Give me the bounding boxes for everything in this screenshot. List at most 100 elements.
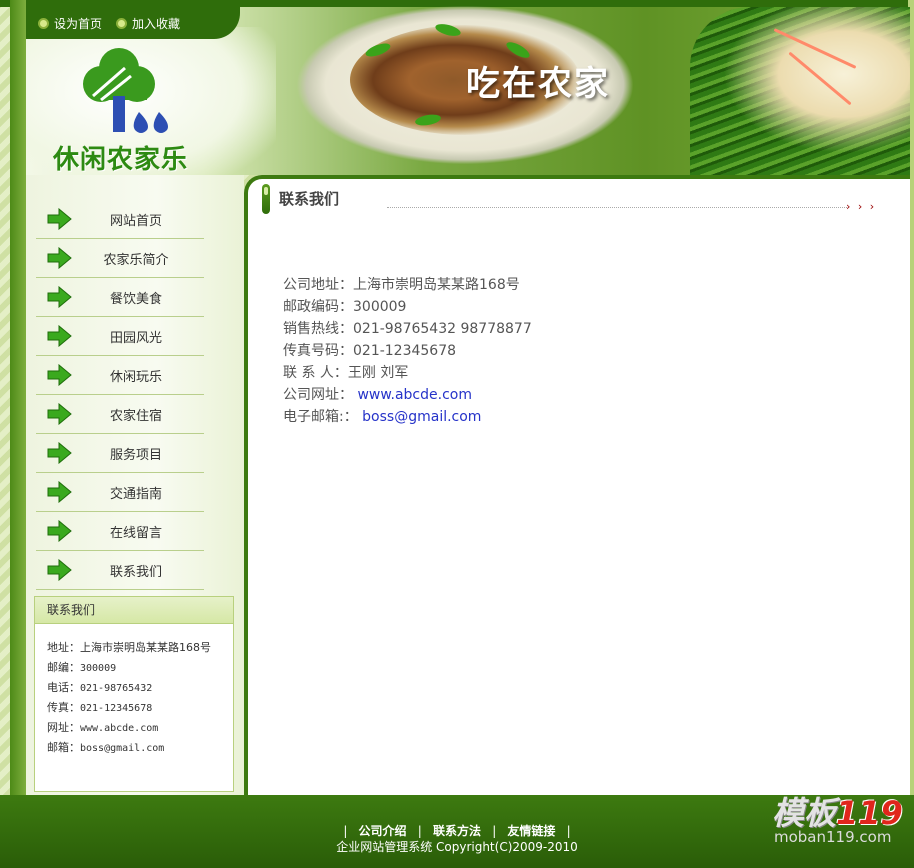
watermark-url: moban119.com [774,828,892,846]
info-label: 电子邮箱:： [283,409,358,425]
info-value: 上海市崇明岛某某路168号 [353,277,520,293]
info-value: 021-12345678 [353,343,457,359]
nav-item-label: 休闲玩乐 [109,369,162,385]
more-link[interactable]: › › › [846,200,876,213]
title-marker-icon [262,184,270,214]
info-postcode: 邮政编码：300009 [283,296,406,316]
info-contact-person: 联 系 人：王刚 刘军 [283,362,408,382]
nav-item-label: 农家乐简介 [103,252,169,268]
arrow-right-icon [47,286,72,308]
info-fax: 传真号码：021-12345678 [283,340,456,360]
info-label: 公司地址： [283,277,353,293]
main-title-bar: 联系我们 › › › [262,184,882,214]
nav-item-label: 在线留言 [109,525,162,541]
nav-item-label: 网站首页 [109,213,162,229]
nav-item-intro[interactable]: 农家乐简介 [36,239,204,278]
contact-phone-value: 021-98765432 [80,683,153,694]
contact-fax: 传真：021-12345678 [47,699,152,715]
footer-link-about[interactable]: 公司介绍 [359,824,407,838]
footer-separator: | [343,824,348,838]
nav-item-label: 田园风光 [109,330,162,346]
info-value: 300009 [353,299,407,315]
nav-item-label: 餐饮美食 [109,291,162,307]
nav-item-food[interactable]: 餐饮美食 [36,278,204,317]
page-title: 联系我们 [279,190,340,208]
info-label: 公司网址： [283,387,353,403]
left-frame [10,0,26,800]
contact-website-value: www.abcde.com [80,723,159,734]
nav-item-label: 联系我们 [109,564,162,580]
arrow-right-icon [47,403,72,425]
arrow-right-icon [47,208,72,230]
footer-link-friends[interactable]: 友情链接 [507,824,555,838]
sidebar-nav: 网站首页 农家乐简介 餐饮美食 田园风光 休闲玩乐 农家住宿 服务项目 交通指南… [36,200,204,590]
nav-item-home[interactable]: 网站首页 [36,200,204,239]
nav-item-label: 服务项目 [109,447,162,463]
info-email: 电子邮箱:： boss@gmail.com [283,406,481,426]
website-link[interactable]: www.abcde.com [357,387,472,403]
contact-email: 邮箱：boss@gmail.com [47,739,164,755]
contact-email-value: boss@gmail.com [80,743,165,754]
arrow-right-icon [47,559,72,581]
email-link[interactable]: boss@gmail.com [362,409,481,425]
set-homepage-label: 设为首页 [54,16,103,31]
quick-links-bar: 设为首页 加入收藏 [26,7,240,39]
arrow-right-icon [47,442,72,464]
contact-fax-label: 传真： [47,701,80,714]
contact-address: 地址：上海市崇明岛某某路168号 [47,639,211,655]
info-label: 销售热线： [283,321,353,337]
watermark-brand: 模板 [772,794,837,832]
vegetable-dish-image [690,7,910,175]
watermark-number: 119 [836,794,903,832]
info-value: 王刚 刘军 [347,365,409,381]
add-favorite-label: 加入收藏 [132,16,181,31]
nav-item-traffic[interactable]: 交通指南 [36,473,204,512]
arrow-right-icon [47,364,72,386]
nav-item-guestbook[interactable]: 在线留言 [36,512,204,551]
main-content [244,175,910,795]
footer-separator: | [417,824,422,838]
nav-item-leisure[interactable]: 休闲玩乐 [36,356,204,395]
contact-postcode: 邮编：300009 [47,659,116,675]
contact-phone: 电话：021-98765432 [47,679,152,695]
set-homepage-link[interactable]: 设为首页 [38,15,102,32]
nav-item-scenery[interactable]: 田园风光 [36,317,204,356]
contact-postcode-label: 邮编： [47,661,80,674]
contact-box-title: 联系我们 [35,597,233,624]
bullet-icon [38,17,49,29]
footer-separator: | [566,824,571,838]
contact-website-label: 网址： [47,721,80,734]
nav-item-lodging[interactable]: 农家住宿 [36,395,204,434]
contact-email-label: 邮箱： [47,741,80,754]
info-address: 公司地址：上海市崇明岛某某路168号 [283,274,520,294]
info-label: 邮政编码： [283,299,353,315]
nav-item-contact[interactable]: 联系我们 [36,551,204,590]
info-label: 联 系 人： [283,365,348,381]
title-divider [387,207,847,208]
nav-item-services[interactable]: 服务项目 [36,434,204,473]
nav-item-label: 农家住宿 [109,408,162,424]
garnish-streak [773,28,857,69]
watermark: 模板119 moban119.com [772,788,914,854]
contact-website: 网址：www.abcde.com [47,719,158,735]
info-value: 021-98765432 98778877 [353,321,532,337]
footer-separator: | [492,824,497,838]
header-slogan: 吃在农家 [466,64,610,104]
nav-item-label: 交通指南 [109,486,162,502]
footer-link-contact[interactable]: 联系方法 [433,824,481,838]
sidebar-contact-box: 联系我们 地址：上海市崇明岛某某路168号 邮编：300009 电话：021-9… [34,596,234,792]
contact-fax-value: 021-12345678 [80,703,153,714]
arrow-right-icon [47,520,72,542]
info-label: 传真号码： [283,343,353,359]
arrow-right-icon [47,481,72,503]
info-website: 公司网址： www.abcde.com [283,384,472,404]
contact-postcode-value: 300009 [80,663,117,674]
arrow-right-icon [47,247,72,269]
arrow-right-icon [47,325,72,347]
bullet-icon [116,17,128,29]
info-hotline: 销售热线：021-98765432 98778877 [283,318,532,338]
contact-phone-label: 电话： [47,681,80,694]
add-favorite-link[interactable]: 加入收藏 [116,15,180,32]
contact-address-text: 地址：上海市崇明岛某某路168号 [47,641,211,654]
logo-text: 休闲农家乐 [53,145,189,175]
